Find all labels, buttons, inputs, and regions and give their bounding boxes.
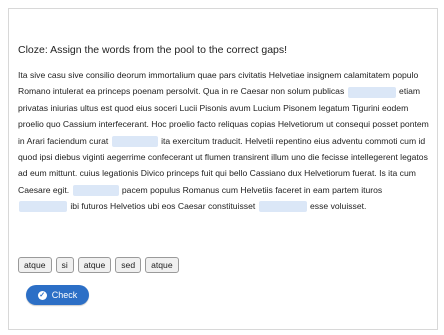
cloze-text: Ita sive casu sive consilio deorum immor… <box>18 67 430 215</box>
pool-word[interactable]: atque <box>145 257 179 273</box>
text-segment: esse voluisset. <box>310 201 367 212</box>
check-button-label: Check <box>51 290 78 300</box>
text-segment: pacem populus Romanus cum Helvetiis face… <box>121 184 383 195</box>
pool-word[interactable]: si <box>55 257 74 273</box>
pool-word[interactable]: sed <box>115 257 142 273</box>
text-segment: ibi futuros Helvetios ubi eos Caesar con… <box>70 201 256 212</box>
gap-2[interactable] <box>111 135 158 147</box>
gap-4[interactable] <box>19 201 67 213</box>
exercise-title: Cloze: Assign the words from the pool to… <box>18 44 288 56</box>
pool-word[interactable]: atque <box>18 257 52 273</box>
gap-1[interactable] <box>347 86 396 98</box>
gap-3[interactable] <box>72 185 119 197</box>
pool-word[interactable]: atque <box>77 257 112 273</box>
check-button[interactable]: ✓ Check <box>26 285 89 305</box>
gap-5[interactable] <box>258 201 307 213</box>
check-circle-icon: ✓ <box>37 290 47 300</box>
word-pool: atque si atque sed atque <box>18 257 179 273</box>
